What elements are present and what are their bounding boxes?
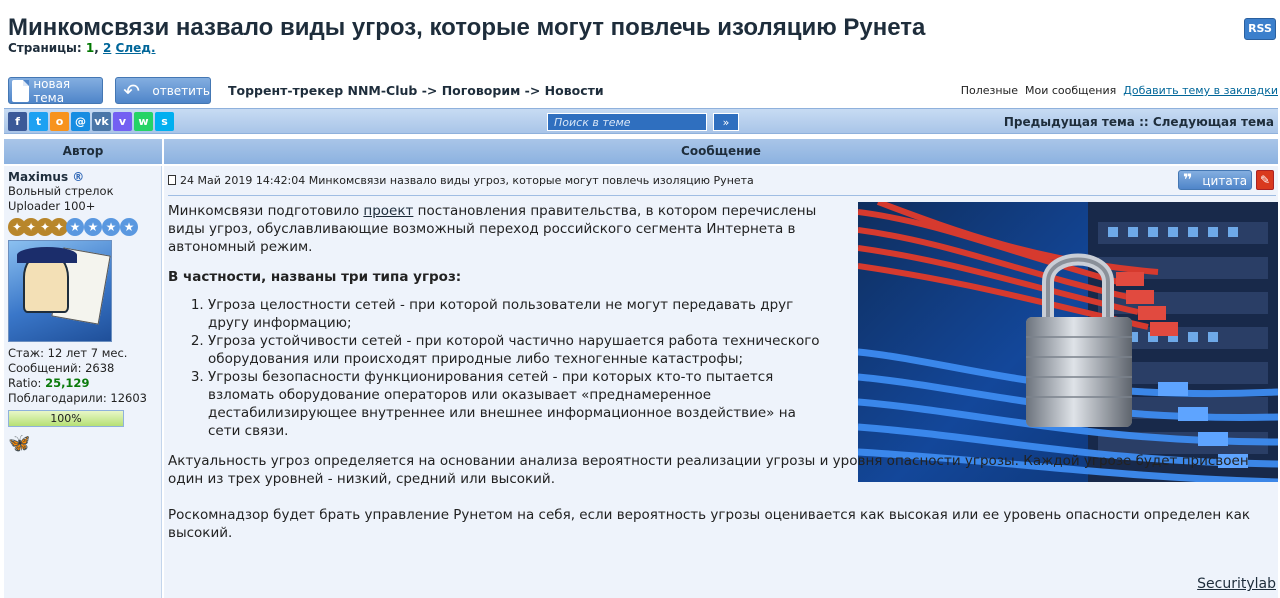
author-ratio: Ratio: 25,129	[8, 376, 157, 391]
toolbar: новая тема ↶ ответить Торрент-трекер NNM…	[8, 77, 1278, 105]
list-item: Угроза целостности сетей - при которой п…	[208, 296, 828, 332]
search-go-button[interactable]: »	[713, 113, 739, 131]
new-topic-label: новая тема	[33, 76, 71, 105]
star-icon: ★	[120, 218, 138, 236]
reply-button[interactable]: ↶ ответить	[115, 77, 211, 104]
quote-button[interactable]: ❞ цитата	[1178, 170, 1252, 190]
ratio-label: Ratio:	[8, 376, 42, 390]
twitter-icon[interactable]: t	[29, 112, 48, 131]
page-1: 1	[85, 41, 95, 55]
quote-label: цитата	[1202, 174, 1248, 188]
prev-next-topic[interactable]: Предыдущая тема :: Следующая тема	[1004, 115, 1274, 129]
post-intro: Минкомсвязи подготовило проект постановл…	[168, 202, 854, 256]
page-separator: ,	[94, 41, 99, 55]
top-links: Полезные Мои сообщения Добавить тему в з…	[961, 84, 1278, 97]
vk-icon[interactable]: vk	[92, 112, 111, 131]
new-topic-button[interactable]: новая тема	[8, 76, 103, 105]
butterfly-icon: 🦋	[8, 433, 31, 454]
star-icon: ★	[102, 218, 120, 236]
post-body: Минкомсвязи подготовило проект постановл…	[168, 202, 1276, 542]
pagination: Страницы: 1, 2 След.	[8, 41, 156, 55]
column-header-message: Сообщение	[164, 139, 1278, 164]
search-input[interactable]: Поиск в теме	[547, 113, 707, 131]
author-tenure: Стаж: 12 лет 7 мес.	[8, 346, 128, 360]
list-item: Угрозы безопасности функционирования сет…	[208, 368, 828, 440]
post-meta-text: 24 Май 2019 14:42:04 Минкомсвязи назвало…	[180, 174, 754, 187]
list-item: Угроза устойчивости сетей - при которой …	[208, 332, 828, 368]
author-name[interactable]: Maximus ®	[8, 170, 157, 184]
ratio-progress-bar: 100%	[8, 410, 124, 427]
registered-mark: ®	[72, 170, 85, 184]
document-icon	[12, 79, 30, 102]
ratio-value: 25,129	[45, 376, 90, 390]
rank-stars: ✦ ✦ ✦ ✦ ★ ★ ★ ★	[8, 216, 157, 238]
author-rank: Вольный стрелок	[8, 184, 114, 198]
useful-link[interactable]: Полезные	[961, 84, 1018, 97]
author-panel: Maximus ® Вольный стрелок Uploader 100+ …	[4, 166, 162, 598]
post-meta: 24 Май 2019 14:42:04 Минкомсвязи назвало…	[168, 174, 754, 187]
pages-label: Страницы:	[8, 41, 82, 55]
skype-icon[interactable]: s	[155, 112, 174, 131]
moimir-icon[interactable]: @	[71, 112, 90, 131]
facebook-icon[interactable]: f	[8, 112, 27, 131]
author-posts: Сообщений: 2638	[8, 361, 115, 375]
bookmark-link[interactable]: Добавить тему в закладки	[1123, 84, 1278, 97]
whatsapp-icon[interactable]: w	[134, 112, 153, 131]
viber-icon[interactable]: v	[113, 112, 132, 131]
post-paragraph: Роскомнадзор будет брать управление Руне…	[168, 507, 1251, 541]
post-divider	[168, 195, 1276, 196]
star-icon: ★	[66, 218, 84, 236]
nav-bar: f t o @ vk v w s Поиск в теме » Предыдущая тема…	[4, 108, 1278, 134]
breadcrumb[interactable]: Торрент-трекер NNM-Club -> Поговорим -> …	[228, 83, 604, 98]
author-uploader-status: Uploader 100+	[8, 199, 96, 213]
threat-list: Угроза целостности сетей - при которой п…	[168, 296, 828, 440]
edit-icon[interactable]: ✎	[1256, 170, 1274, 190]
threats-heading: В частности, названы три типа угроз:	[168, 269, 462, 285]
reply-label: ответить	[152, 83, 210, 98]
column-header-author: Автор	[4, 139, 162, 164]
my-messages-link[interactable]: Мои сообщения	[1025, 84, 1116, 97]
star-icon: ★	[84, 218, 102, 236]
post-document-icon[interactable]	[168, 175, 176, 185]
rss-icon[interactable]: RSS	[1244, 18, 1276, 40]
page-2-link[interactable]: 2	[103, 41, 111, 55]
next-page-link[interactable]: След.	[116, 41, 156, 55]
odnoklassniki-icon[interactable]: o	[50, 112, 69, 131]
reply-arrow-icon: ↶	[123, 78, 141, 103]
message-panel: 24 Май 2019 14:42:04 Минкомсвязи назвало…	[164, 166, 1278, 598]
author-name-text[interactable]: Maximus	[8, 170, 68, 184]
project-link[interactable]: проект	[363, 203, 413, 219]
page-title: Минкомсвязи назвало виды угроз, которые …	[8, 14, 926, 41]
post-paragraph: Актуальность угроз определяется на основ…	[168, 453, 1249, 487]
author-thanks: Поблагодарили: 12603	[8, 391, 147, 405]
intro-text-1: Минкомсвязи подготовило	[168, 203, 364, 219]
quote-icon: ❞	[1183, 170, 1193, 189]
avatar	[8, 240, 112, 342]
source-link[interactable]: Securitylab	[1197, 576, 1276, 592]
